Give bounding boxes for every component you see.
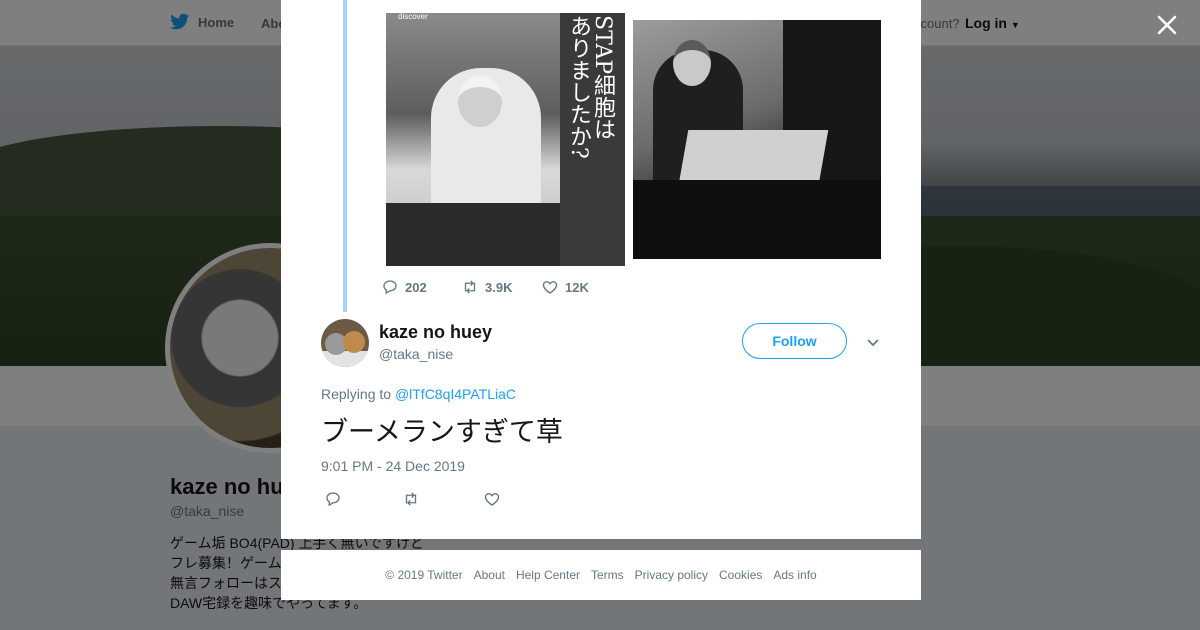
heart-icon [484, 493, 500, 506]
quoted-tweet-photo-1[interactable]: STAP細胞は ありましたか? discover [386, 13, 625, 266]
tweet-text: ブーメランすぎて草 [321, 417, 563, 448]
avatar-shape [321, 351, 369, 367]
reply-author-avatar[interactable] [321, 319, 369, 367]
tweet-timestamp[interactable]: 9:01 PM - 24 Dec 2019 [321, 458, 465, 474]
like-count: 12K [565, 279, 589, 295]
retweet-button[interactable] [402, 490, 422, 508]
reply-action[interactable]: 202 [381, 278, 427, 296]
modal-footer: © 2019 Twitter About Help Center Terms P… [281, 550, 921, 600]
photo-machine [633, 180, 881, 259]
footer-link-help-center[interactable]: Help Center [516, 568, 580, 582]
reply-author-handle[interactable]: @taka_nise [379, 346, 453, 362]
close-modal-button[interactable] [1152, 10, 1182, 40]
close-icon [1157, 15, 1177, 35]
like-button[interactable] [483, 490, 503, 508]
like-action[interactable]: 12K [541, 278, 589, 296]
retweet-action[interactable]: 3.9K [461, 278, 512, 296]
footer-link-cookies[interactable]: Cookies [719, 568, 762, 582]
chevron-down-icon [867, 339, 879, 347]
tweet-modal: STAP細胞は ありましたか? discover 202 3.9K 12K ka… [281, 0, 921, 539]
reply-count: 202 [405, 279, 427, 295]
footer-link-terms[interactable]: Terms [591, 568, 624, 582]
retweet-count: 3.9K [485, 279, 513, 295]
follow-button[interactable]: Follow [742, 323, 847, 359]
replying-to: Replying to @lTfC8qI4PATLiaC [321, 386, 516, 402]
replying-to-mention[interactable]: @lTfC8qI4PATLiaC [395, 386, 516, 402]
magazine-headline-line1: STAP細胞は [590, 15, 615, 141]
footer-link-ads-info[interactable]: Ads info [773, 568, 816, 582]
thread-connector-line [343, 0, 347, 312]
footer-link-about[interactable]: About [474, 568, 505, 582]
replying-to-label: Replying to [321, 386, 392, 402]
retweet-icon [405, 492, 417, 506]
avatar-shape [343, 331, 365, 353]
photo-face [673, 40, 711, 86]
reply-author-name[interactable]: kaze no huey [379, 322, 492, 343]
footer-link-privacy[interactable]: Privacy policy [635, 568, 708, 582]
reply-icon [383, 280, 397, 295]
magazine-caption: discover [398, 13, 428, 21]
quoted-tweet-photo-2[interactable] [633, 20, 881, 259]
photo-face [458, 75, 502, 127]
tweet-menu-button[interactable] [865, 334, 881, 350]
footer-copyright: © 2019 Twitter [385, 568, 463, 582]
retweet-icon [464, 280, 476, 294]
magazine-headline-line2: ありましたか? [566, 15, 591, 159]
reply-icon [326, 492, 340, 507]
reply-button[interactable] [324, 490, 344, 508]
heart-icon [542, 281, 558, 294]
